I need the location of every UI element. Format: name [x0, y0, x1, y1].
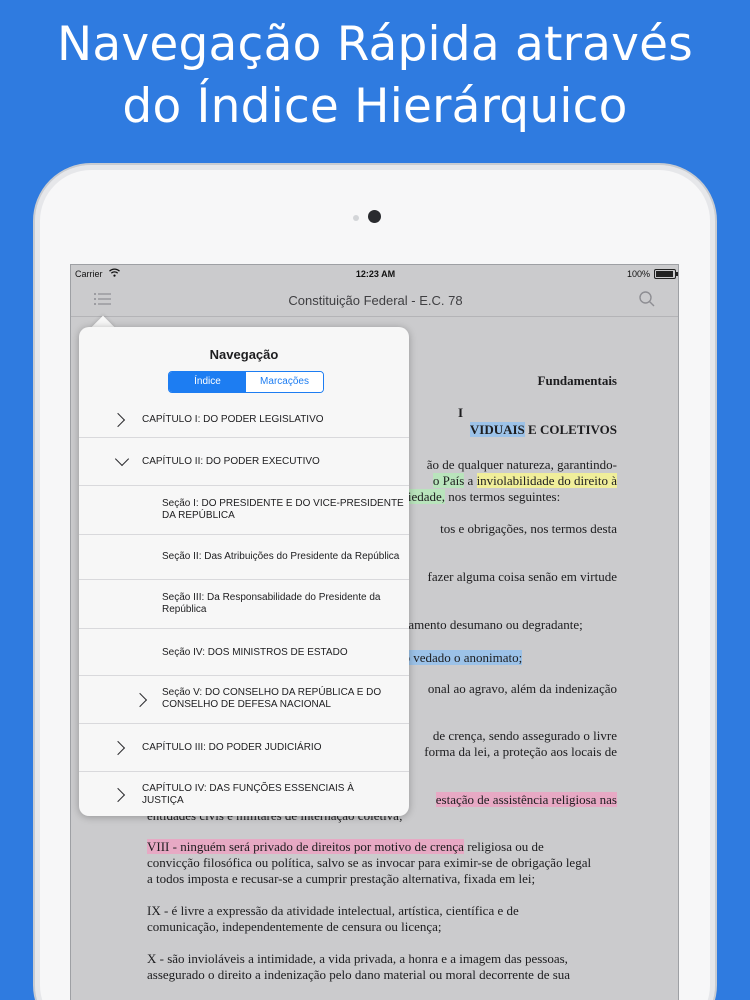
index-item-label: CAPÍTULO I: DO PODER LEGISLATIVO: [142, 414, 324, 425]
search-icon[interactable]: [638, 290, 656, 308]
tab-indice[interactable]: Índice: [169, 372, 246, 392]
headline-line-2: do Índice Hierárquico: [122, 79, 628, 134]
index-item-capitulo-4[interactable]: CAPÍTULO IV: DAS FUNÇÕES ESSENCIAIS À JU…: [79, 772, 409, 816]
doc-paragraph: IX - é livre a expressão da atividade in…: [147, 903, 519, 918]
doc-paragraph: X - são invioláveis a intimidade, a vida…: [147, 951, 568, 966]
index-item-capitulo-1[interactable]: CAPÍTULO I: DO PODER LEGISLATIVO: [79, 403, 409, 438]
headline-line-1: Navegação Rápida através: [57, 17, 693, 72]
doc-paragraph: assegurado o direito a indenização pelo …: [147, 967, 571, 982]
doc-paragraph: comunicação, independentemente de censur…: [147, 919, 442, 934]
tab-marcacoes[interactable]: Marcações: [246, 372, 323, 392]
status-time: 12:23 AM: [355, 269, 396, 279]
index-item-label: Seção III: Da Responsabilidade do Presid…: [162, 592, 381, 615]
doc-paragraph: VIII - ninguém será privado de direitos …: [147, 839, 544, 854]
chevron-right-icon: [110, 412, 126, 428]
index-item-label: Seção IV: DOS MINISTROS DE ESTADO: [162, 647, 348, 658]
index-item-secao-3[interactable]: Seção III: Da Responsabilidade do Presid…: [79, 580, 409, 629]
index-item-label: CAPÍTULO III: DO PODER JUDICIÁRIO: [142, 742, 322, 753]
battery-icon: [654, 269, 678, 279]
doc-paragraph: a todos imposta e recusar-se a cumprir p…: [147, 871, 536, 886]
index-item-secao-2[interactable]: Seção II: Das Atribuições do Presidente …: [79, 535, 409, 580]
chevron-right-icon: [110, 787, 126, 802]
popover-title: Navegação: [209, 347, 279, 362]
chevron-right-icon: [110, 740, 126, 755]
index-item-label: Seção V: DO CONSELHO DA REPÚBLICA E DO C…: [162, 687, 382, 710]
chevron-right-icon: [132, 692, 148, 707]
index-item-secao-1[interactable]: Seção I: DO PRESIDENTE E DO VICE-PRESIDE…: [79, 486, 409, 535]
index-item-capitulo-2[interactable]: CAPÍTULO II: DO PODER EXECUTIVO: [79, 438, 409, 486]
navigation-bar: Constituição Federal - E.C. 78: [71, 283, 678, 317]
index-item-secao-5[interactable]: Seção V: DO CONSELHO DA REPÚBLICA E DO C…: [79, 676, 409, 724]
index-item-label: Seção II: Das Atribuições do Presidente …: [162, 551, 400, 562]
index-item-label: CAPÍTULO IV: DAS FUNÇÕES ESSENCIAIS À JU…: [142, 783, 354, 806]
index-item-label: CAPÍTULO II: DO PODER EXECUTIVO: [142, 456, 320, 467]
doc-paragraph: convicção filosófica ou política, salvo …: [147, 855, 592, 870]
index-item-label: Seção I: DO PRESIDENTE E DO VICE-PRESIDE…: [162, 498, 404, 521]
index-item-capitulo-3[interactable]: CAPÍTULO III: DO PODER JUDICIÁRIO: [79, 724, 409, 772]
page-title: Constituição Federal - E.C. 78: [288, 293, 463, 308]
segmented-control: Índice Marcações: [168, 371, 324, 393]
battery-percent: 100%: [626, 269, 650, 279]
app-screen: Carrier 12:23 AM 100% Constituição Feder…: [70, 264, 679, 1000]
index-item-secao-4[interactable]: Seção IV: DOS MINISTROS DE ESTADO: [79, 629, 409, 676]
chevron-down-icon: [114, 451, 130, 466]
status-bar: Carrier 12:23 AM 100%: [71, 265, 678, 283]
navigation-popover: Navegação Índice Marcações CAPÍTULO I: D…: [79, 327, 409, 816]
ipad-camera: [368, 210, 381, 223]
ipad-sensor: [353, 215, 359, 221]
promo-headline: Navegação Rápida através do Índice Hierá…: [0, 14, 750, 138]
